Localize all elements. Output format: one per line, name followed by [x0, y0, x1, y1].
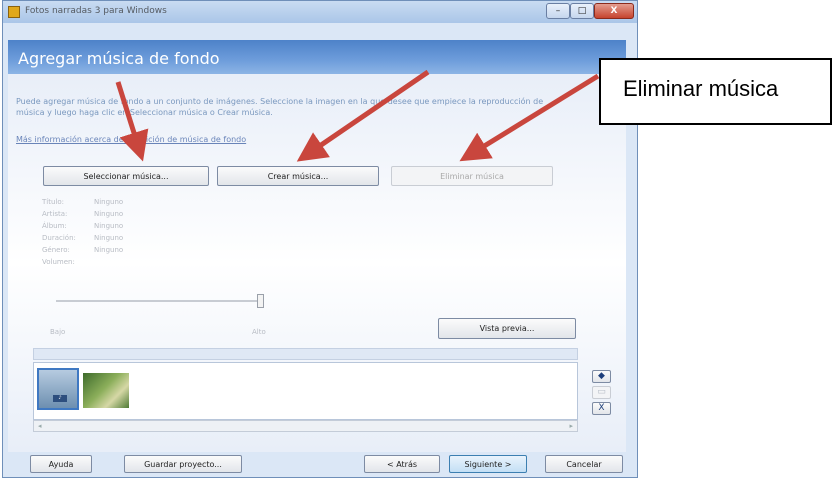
next-button[interactable]: Siguiente > [449, 455, 527, 473]
music-info-row: Género: Ninguno [42, 244, 162, 256]
scroll-left-icon[interactable]: ◂ [38, 421, 42, 431]
help-button[interactable]: Ayuda [30, 455, 92, 473]
filmstrip-toolbar [33, 348, 578, 360]
description-text: Puede agregar música de fondo a un conju… [16, 97, 544, 117]
minimize-button[interactable]: – [546, 3, 570, 19]
annotation-callout: Eliminar música [599, 58, 832, 125]
volume-slider-thumb[interactable] [257, 294, 264, 308]
window-title: Fotos narradas 3 para Windows [25, 6, 167, 16]
move-left-button[interactable]: ◆ [592, 370, 611, 383]
music-info-row: Duración: Ninguno [42, 232, 162, 244]
music-info-label: Título: [42, 198, 64, 206]
music-info-row: Álbum: Ninguno [42, 220, 162, 232]
move-right-button[interactable]: ▭ [592, 386, 611, 399]
cancel-button[interactable]: Cancelar [545, 455, 623, 473]
info-link[interactable]: Más información acerca de la adición de … [16, 135, 246, 144]
music-info-label: Género: [42, 246, 70, 254]
volume-slider-track[interactable] [56, 300, 262, 302]
volume-max-label: Alto [252, 328, 266, 336]
music-info-value: Ninguno [94, 210, 124, 218]
music-info-list: Título: Ninguno Artista: Ninguno Álbum: Nin… [42, 196, 162, 291]
maximize-button[interactable]: □ [570, 3, 594, 19]
music-info-label: Artista: [42, 210, 68, 218]
music-info-value: Ninguno [94, 246, 124, 254]
filmstrip-scrollbar[interactable]: ◂ ▸ [33, 420, 578, 432]
music-info-row: Volumen: [42, 256, 162, 268]
volume-min-label: Bajo [50, 328, 66, 336]
filmstrip-thumbnail[interactable] [83, 373, 129, 408]
callout-text: Eliminar música [623, 76, 779, 101]
music-info-row: Título: Ninguno [42, 196, 162, 208]
preview-button[interactable]: Vista previa... [438, 318, 576, 339]
music-info-row: Artista: Ninguno [42, 208, 162, 220]
select-music-button[interactable]: Seleccionar música... [43, 166, 209, 186]
music-marker-icon: ♪ [53, 395, 67, 402]
filmstrip-thumbnail-selected[interactable]: ♪ [37, 368, 79, 410]
save-project-button[interactable]: Guardar proyecto... [124, 455, 242, 473]
wizard-header: Agregar música de fondo [8, 40, 626, 74]
app-icon [8, 6, 20, 18]
footer-bar [8, 452, 626, 476]
page-title: Agregar música de fondo [18, 49, 220, 68]
close-button[interactable]: X [594, 3, 634, 19]
music-info-label: Álbum: [42, 222, 67, 230]
music-info-value: Ninguno [94, 234, 124, 242]
back-button[interactable]: < Atrás [364, 455, 440, 473]
music-info-label: Duración: [42, 234, 76, 242]
scroll-right-icon[interactable]: ▸ [569, 421, 573, 431]
music-info-value: Ninguno [94, 198, 124, 206]
title-bar: Fotos narradas 3 para Windows – □ X [3, 1, 637, 23]
music-info-label: Volumen: [42, 258, 75, 266]
music-info-value: Ninguno [94, 222, 124, 230]
remove-image-button[interactable]: X [592, 402, 611, 415]
delete-music-button[interactable]: Eliminar música [391, 166, 553, 186]
create-music-button[interactable]: Crear música... [217, 166, 379, 186]
